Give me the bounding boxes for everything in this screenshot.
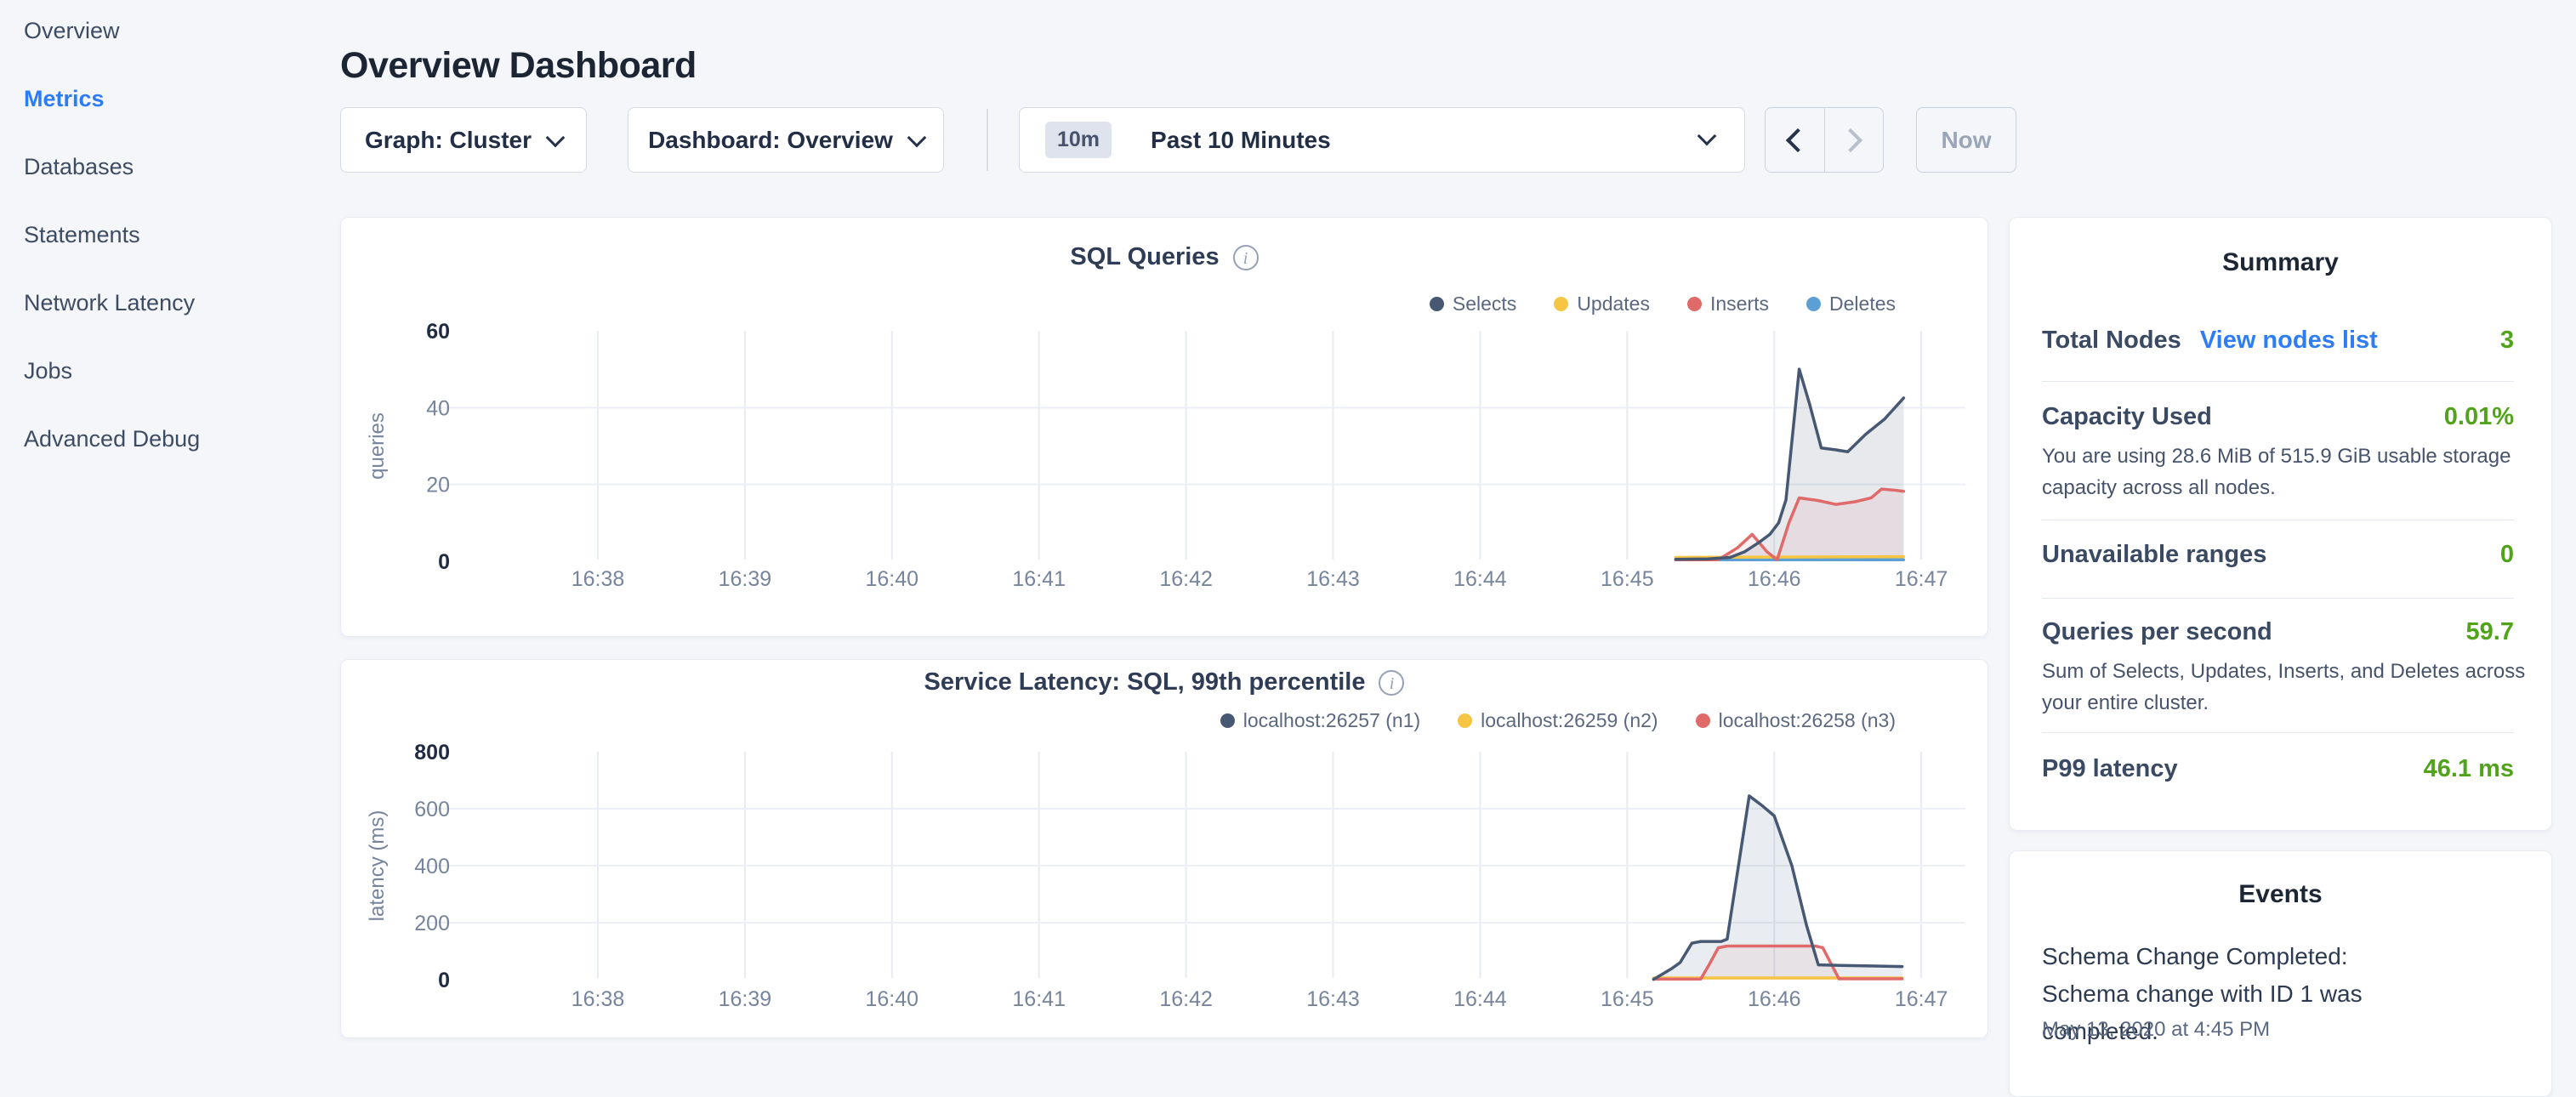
summary-label: Total Nodes [2042,327,2181,355]
sql-queries-chart[interactable]: 16:38 16:39 16:40 16:41 16:42 16:43 16:44 16:45… [341,218,1989,638]
summary-row-p99-latency: P99 latency 46.1 ms [2042,755,2514,783]
svg-text:16:39: 16:39 [719,567,772,591]
svg-text:400: 400 [414,855,450,878]
time-range-dropdown[interactable]: 10m Past 10 Minutes [1019,107,1745,173]
divider [2042,381,2514,382]
summary-value: 59.7 [2466,618,2514,646]
svg-text:16:45: 16:45 [1601,987,1654,1011]
chevron-down-icon [546,128,566,147]
summary-row-unavailable-ranges: Unavailable ranges 0 [2042,541,2514,569]
app-root: Overview Metrics Databases Statements Ne… [0,0,2576,1051]
sidebar-item-statements[interactable]: Statements [24,222,140,248]
dashboard-dropdown[interactable]: Dashboard: Overview [628,107,944,173]
sidebar: Overview Metrics Databases Statements Ne… [0,0,332,1051]
svg-text:0: 0 [438,550,450,574]
chevron-down-icon [907,128,927,147]
service-latency-chart-card: Service Latency: SQL, 99th percentile i … [340,659,1988,1038]
summary-value: 3 [2500,327,2514,355]
svg-text:16:42: 16:42 [1159,987,1213,1011]
svg-text:16:45: 16:45 [1601,567,1654,591]
summary-label: P99 latency [2042,755,2178,783]
time-step-forward-button[interactable] [1824,108,1884,172]
summary-description: You are using 28.6 MiB of 515.9 GiB usab… [2042,441,2548,503]
svg-text:0: 0 [438,969,450,992]
summary-value: 46.1 ms [2424,755,2514,783]
sidebar-item-network-latency[interactable]: Network Latency [24,290,195,316]
svg-text:16:38: 16:38 [571,987,625,1011]
summary-value: 0 [2500,541,2514,569]
event-item-timestamp: May 13, 2020 at 4:45 PM [2042,1018,2270,1042]
time-step-back-button[interactable] [1766,108,1824,172]
sidebar-item-advanced-debug[interactable]: Advanced Debug [24,426,200,452]
page-title: Overview Dashboard [340,45,697,87]
summary-row-total-nodes: Total Nodes View nodes list 3 [2042,327,2514,355]
svg-text:600: 600 [414,798,450,821]
svg-text:16:43: 16:43 [1306,567,1360,591]
summary-row-capacity-used: Capacity Used 0.01% [2042,403,2514,431]
chevron-left-icon [1786,128,1810,151]
events-title: Events [2010,880,2551,909]
svg-text:16:44: 16:44 [1453,567,1507,591]
summary-label: Unavailable ranges [2042,541,2266,569]
svg-text:16:40: 16:40 [866,987,919,1011]
svg-text:16:46: 16:46 [1748,567,1801,591]
svg-text:16:47: 16:47 [1895,567,1948,591]
summary-value: 0.01% [2444,403,2514,431]
time-step-buttons [1765,107,1884,173]
svg-text:800: 800 [414,741,450,764]
summary-label: Capacity Used [2042,403,2212,431]
chevron-right-icon [1839,128,1862,151]
svg-text:60: 60 [426,320,450,344]
graph-dropdown-label: Graph: Cluster [365,127,532,154]
events-panel: Events Schema Change Completed: Schema c… [2009,850,2552,1097]
now-button[interactable]: Now [1916,107,2016,173]
view-nodes-list-link[interactable]: View nodes list [2200,327,2378,355]
svg-text:16:38: 16:38 [571,567,625,591]
graph-dropdown[interactable]: Graph: Cluster [340,107,587,173]
svg-text:16:41: 16:41 [1012,987,1066,1011]
svg-text:16:44: 16:44 [1453,987,1507,1011]
svg-text:16:47: 16:47 [1895,987,1948,1011]
svg-text:20: 20 [426,474,450,497]
summary-title: Summary [2010,248,2551,277]
sidebar-item-databases[interactable]: Databases [24,154,134,180]
summary-panel: Summary Total Nodes View nodes list 3 Ca… [2009,217,2552,831]
service-latency-chart[interactable]: 16:38 16:39 16:40 16:41 16:42 16:43 16:44 16:45… [341,660,1989,1039]
svg-text:16:40: 16:40 [866,567,919,591]
svg-text:16:42: 16:42 [1159,567,1213,591]
svg-text:16:39: 16:39 [719,987,772,1011]
sidebar-item-overview[interactable]: Overview [24,18,120,44]
summary-label: Queries per second [2042,618,2272,646]
svg-text:16:46: 16:46 [1748,987,1801,1011]
time-range-badge: 10m [1045,122,1112,158]
divider [2042,732,2514,733]
summary-row-queries-per-second: Queries per second 59.7 [2042,618,2514,646]
chevron-down-icon [1697,127,1717,146]
svg-text:40: 40 [426,396,450,420]
toolbar-divider [987,109,988,171]
dashboard-dropdown-label: Dashboard: Overview [648,127,893,154]
time-range-label: Past 10 Minutes [1151,127,1331,154]
svg-text:queries: queries [366,412,389,480]
svg-text:16:43: 16:43 [1306,987,1360,1011]
summary-description: Sum of Selects, Updates, Inserts, and De… [2042,656,2548,719]
sql-queries-chart-card: SQL Queries i SelectsUpdatesInsertsDelet… [340,217,1988,637]
svg-text:200: 200 [414,912,450,935]
sidebar-item-metrics[interactable]: Metrics [24,86,105,112]
svg-text:latency (ms): latency (ms) [366,810,389,922]
divider [2042,598,2514,599]
sidebar-item-jobs[interactable]: Jobs [24,358,72,384]
svg-text:16:41: 16:41 [1012,567,1066,591]
